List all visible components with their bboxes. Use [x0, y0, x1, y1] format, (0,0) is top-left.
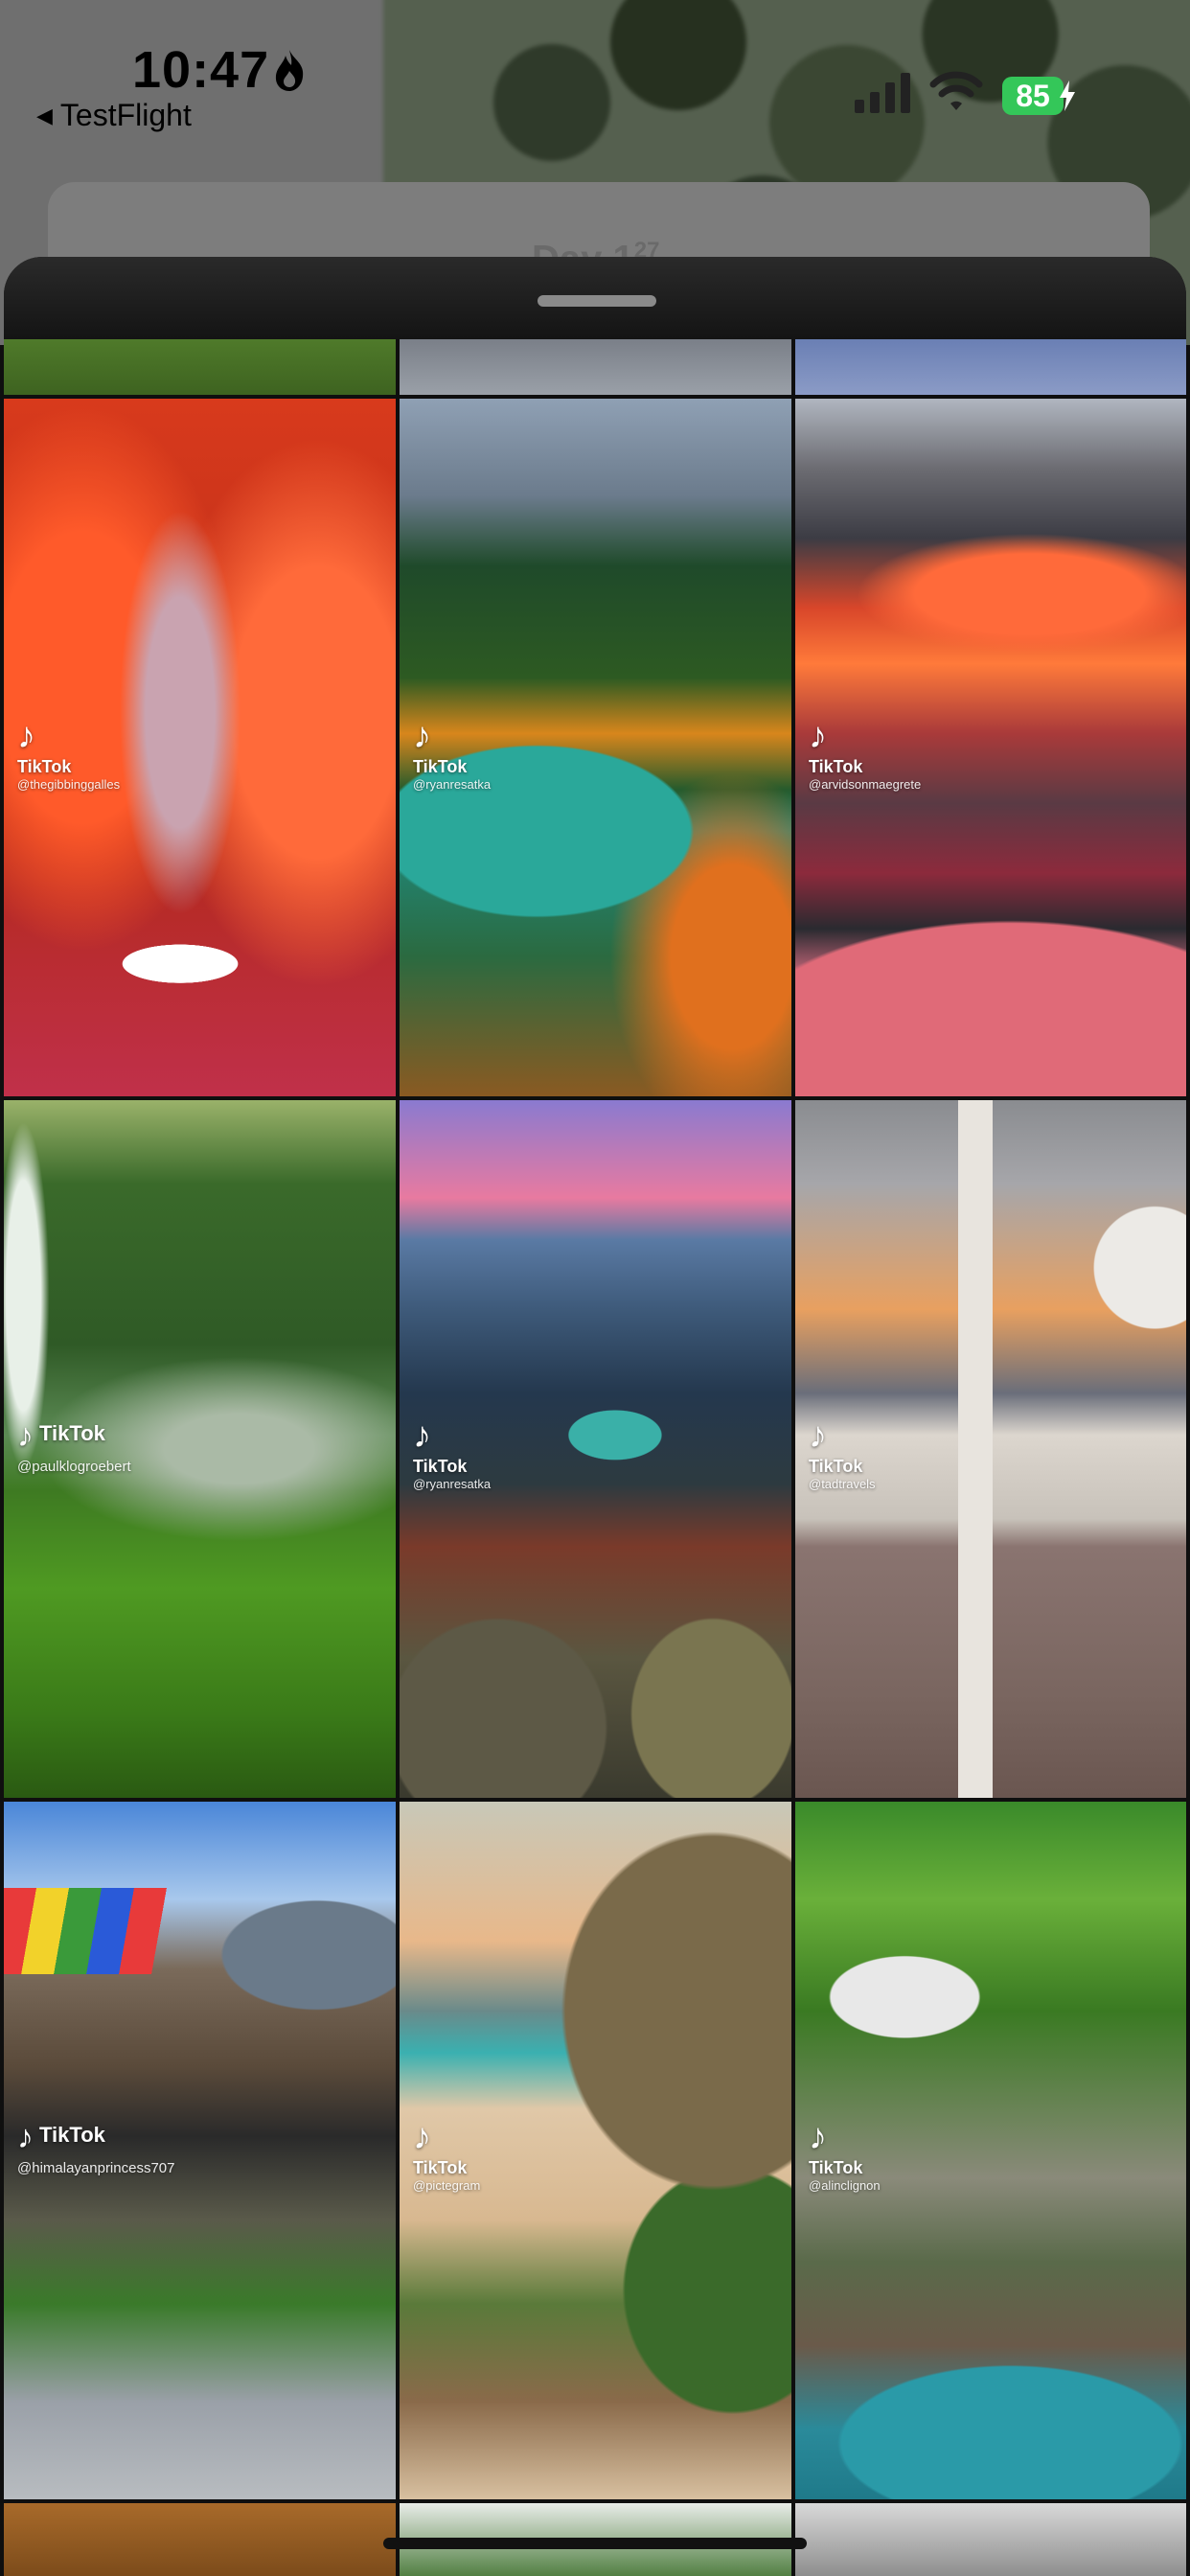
home-indicator[interactable] [383, 2538, 807, 2549]
tiktok-watermark: ♪ TikTok @ryanresatka [413, 1415, 492, 1491]
tiktok-note-icon: ♪ [413, 2117, 431, 2157]
media-tile[interactable]: ♪ TikTok @pictegram [400, 1802, 791, 2499]
wifi-icon [929, 71, 983, 110]
media-sheet[interactable]: ♪ TikTok @thegibbinggalles ♪ TikTok @rya… [4, 257, 1186, 2576]
tiktok-note-icon: ♪ [809, 2117, 827, 2157]
media-tile[interactable] [795, 2503, 1186, 2576]
media-tile[interactable]: ♪ TikTok @arvidsonmaegrete [795, 399, 1186, 1096]
tiktok-watermark: ♪ TikTok @paulklogroebert [17, 1417, 131, 1475]
tiktok-watermark: ♪ TikTok @thegibbinggalles [17, 716, 121, 792]
tiktok-watermark: ♪ TikTok @arvidsonmaegrete [809, 716, 922, 792]
media-tile[interactable]: ♪ TikTok @alinclignon [795, 1802, 1186, 2499]
tiktok-note-icon: ♪ [413, 716, 431, 756]
media-tile[interactable]: ♪ TikTok @paulklogroebert [4, 1100, 396, 1798]
back-to-app-link[interactable]: ◀ TestFlight [36, 98, 192, 133]
bolt-icon [1060, 80, 1075, 111]
tiktok-watermark: ♪ TikTok @tadtravels [809, 1415, 876, 1491]
media-tile[interactable]: ♪ TikTok @ryanresatka [400, 1100, 791, 1798]
tiktok-note-icon: ♪ [17, 2119, 34, 2155]
back-triangle-icon: ◀ [36, 104, 53, 127]
flame-icon [275, 50, 304, 91]
sheet-header[interactable] [4, 257, 1186, 339]
media-tile[interactable]: ♪ TikTok @thegibbinggalles [4, 399, 396, 1096]
tiktok-watermark: ♪ TikTok @alinclignon [809, 2117, 881, 2193]
media-tile[interactable]: ♪ TikTok @tadtravels [795, 1100, 1186, 1798]
tiktok-note-icon: ♪ [809, 1415, 827, 1456]
media-tile[interactable]: ♪ TikTok @himalayanprincess707 [4, 1802, 396, 2499]
media-tile[interactable] [400, 339, 791, 395]
tiktok-note-icon: ♪ [809, 716, 827, 756]
signal-icon [855, 73, 910, 113]
sheet-grabber-handle[interactable] [538, 295, 656, 307]
tiktok-note-icon: ♪ [413, 1415, 431, 1456]
tiktok-watermark: ♪ TikTok @himalayanprincess707 [17, 2119, 175, 2176]
media-tile[interactable]: ♪ TikTok @ryanresatka [400, 399, 791, 1096]
status-time: 10:47 [132, 41, 270, 99]
media-tile[interactable] [795, 339, 1186, 395]
media-tile[interactable] [4, 2503, 396, 2576]
tiktok-watermark: ♪ TikTok @ryanresatka [413, 716, 492, 792]
battery-indicator: 85 [1002, 77, 1064, 115]
media-tile[interactable] [4, 339, 396, 395]
tiktok-note-icon: ♪ [17, 716, 35, 756]
tiktok-note-icon: ♪ [17, 1417, 34, 1454]
back-app-label: TestFlight [59, 98, 192, 132]
tiktok-watermark: ♪ TikTok @pictegram [413, 2117, 481, 2193]
